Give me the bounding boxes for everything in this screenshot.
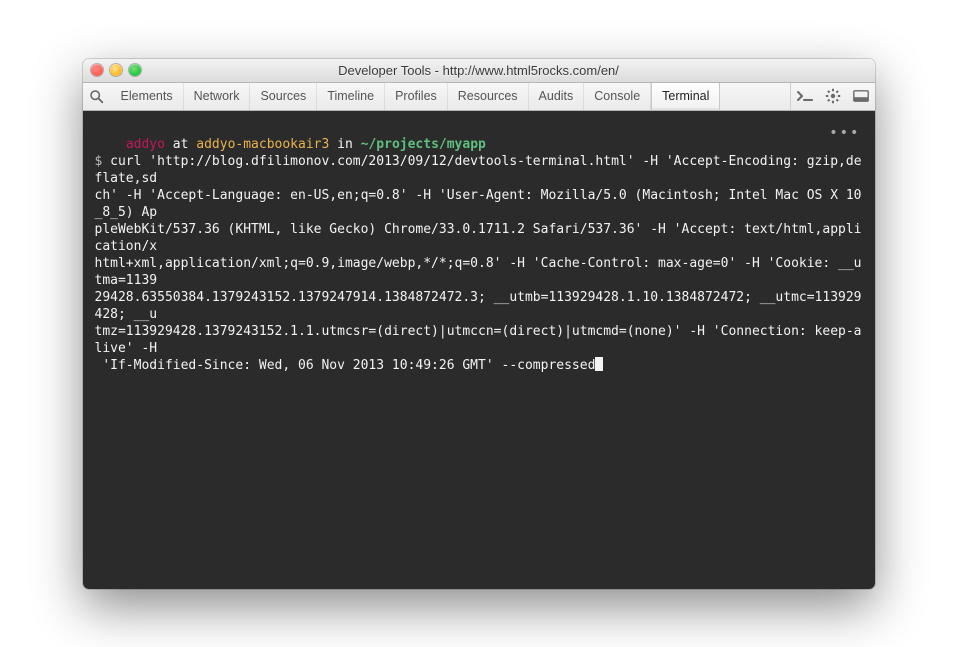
toolbar-right-icons: [790, 83, 875, 110]
zoom-window-button[interactable]: [129, 64, 141, 76]
window-title: Developer Tools - http://www.html5rocks.…: [83, 63, 875, 78]
tab-console[interactable]: Console: [584, 83, 651, 110]
prompt-host: addyo-macbookair3: [196, 137, 329, 152]
dock-side-button[interactable]: [847, 90, 875, 102]
devtools-toolbar: ElementsNetworkSourcesTimelineProfilesRe…: [83, 83, 875, 111]
terminal-more-button[interactable]: •••: [829, 125, 860, 142]
settings-button[interactable]: [819, 88, 847, 104]
traffic-lights: [91, 64, 141, 76]
window-titlebar: Developer Tools - http://www.html5rocks.…: [83, 59, 875, 83]
inspect-element-button[interactable]: [83, 83, 111, 110]
show-console-button[interactable]: [791, 90, 819, 102]
prompt-in: in: [329, 137, 360, 152]
tab-sources[interactable]: Sources: [250, 83, 317, 110]
prompt-path: ~/projects/myapp: [361, 137, 486, 152]
terminal-command: curl 'http://blog.dfilimonov.com/2013/09…: [95, 154, 862, 373]
tab-resources[interactable]: Resources: [448, 83, 529, 110]
prompt-at: at: [165, 137, 196, 152]
prompt-user: addyo: [126, 137, 165, 152]
devtools-window: Developer Tools - http://www.html5rocks.…: [83, 59, 875, 589]
close-window-button[interactable]: [91, 64, 103, 76]
tab-terminal[interactable]: Terminal: [651, 83, 720, 110]
tab-profiles[interactable]: Profiles: [385, 83, 448, 110]
tab-network[interactable]: Network: [184, 83, 251, 110]
tab-timeline[interactable]: Timeline: [317, 83, 385, 110]
minimize-window-button[interactable]: [110, 64, 122, 76]
prompt-symbol: $: [95, 154, 111, 169]
tab-elements[interactable]: Elements: [111, 83, 184, 110]
tab-audits[interactable]: Audits: [529, 83, 585, 110]
panel-tabs: ElementsNetworkSourcesTimelineProfilesRe…: [111, 83, 790, 110]
terminal-panel[interactable]: ••• addyo at addyo-macbookair3 in ~/proje…: [83, 111, 875, 589]
terminal-cursor: [595, 357, 603, 371]
